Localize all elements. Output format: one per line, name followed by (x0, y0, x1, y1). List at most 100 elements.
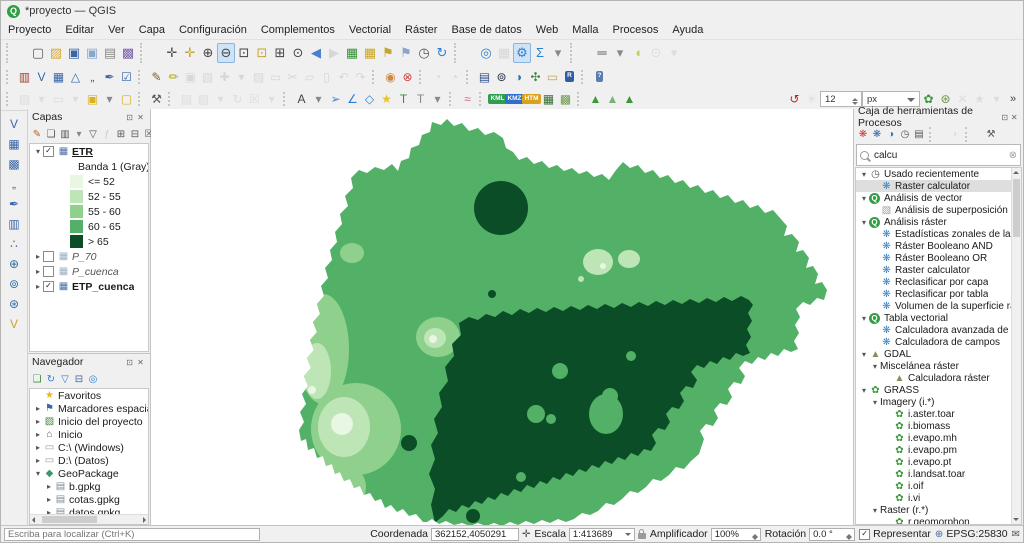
toolbox-tree-item[interactable]: ❋ Reclasificar por capa (856, 276, 1021, 288)
tracking-icon[interactable]: ✛ (522, 529, 530, 540)
form-caret-icon[interactable]: ▾ (429, 90, 446, 108)
expander-icon[interactable]: ▾ (859, 350, 869, 359)
add-point-cloud-icon[interactable]: ∴ (4, 235, 24, 253)
save-edits-icon[interactable]: ▣ (182, 68, 199, 86)
toolbox-tree-item[interactable]: ✿ i.evapo.pt (856, 456, 1021, 468)
expander-icon[interactable]: ▾ (859, 314, 869, 323)
expander-icon[interactable]: ▸ (33, 417, 43, 426)
label-caret-icon[interactable]: ▾ (212, 90, 229, 108)
node-annotation-icon[interactable]: ◇ (361, 90, 378, 108)
layer-checkbox[interactable] (43, 266, 54, 277)
expander-icon[interactable]: ▸ (33, 430, 43, 439)
db-manager-icon[interactable]: ▤ (476, 68, 493, 86)
add-vector-layer-icon[interactable]: V (4, 115, 24, 133)
change-label-icon[interactable]: ▧ (195, 90, 212, 108)
menu-item[interactable]: Procesos (606, 23, 666, 37)
options-icon[interactable]: ⚒ (984, 127, 998, 142)
add-wfs-layer-icon[interactable]: ⊚ (4, 275, 24, 293)
star-annotation-icon[interactable]: ★ (378, 90, 395, 108)
temporal-controller-icon[interactable]: ◷ (415, 43, 433, 63)
toolbox-tree-item[interactable]: ✿ i.landsat.toar (856, 468, 1021, 480)
map-tips-icon[interactable]: ▧ (16, 90, 33, 108)
dem-tools2-icon[interactable]: ▲ (604, 90, 621, 108)
menu-item[interactable]: Web (529, 23, 565, 37)
layer-tree-item[interactable]: ▸ ▦ P_cuenca (30, 264, 148, 279)
kml-export-icon[interactable]: KML (489, 90, 506, 108)
measure-caret-icon[interactable]: ▾ (611, 43, 629, 63)
menu-item[interactable]: Malla (565, 23, 605, 37)
layer-tree-item[interactable]: 52 - 55 (30, 189, 148, 204)
layer-tree-item[interactable]: ▸ ✓ ▦ ETP_cuenca (30, 279, 148, 294)
font-size-spinner[interactable]: 12 (820, 91, 862, 107)
osgeo-shell-icon[interactable]: ▭ (544, 68, 561, 86)
browser-tree-item[interactable]: ▸ ▭ C:\ (Windows) (30, 441, 148, 454)
expander-icon[interactable]: ▸ (33, 252, 43, 261)
close-panel-icon[interactable]: ✕ (135, 357, 146, 368)
layer-tree-item[interactable]: 55 - 60 (30, 204, 148, 219)
undock-panel-icon[interactable]: ⊡ (124, 112, 135, 123)
toolbox-tree-item[interactable]: ✿ i.oif (856, 480, 1021, 492)
reload-style-icon[interactable]: ↺ (786, 90, 803, 108)
grass-tools-icon[interactable]: R (561, 68, 578, 86)
serval-icon[interactable]: ▩ (557, 90, 574, 108)
osm-import-icon[interactable]: ◔ (446, 68, 463, 86)
zoom-to-selection-icon[interactable]: ⊡ (253, 43, 271, 63)
rotation-spinner[interactable]: 0.0 ° (809, 528, 855, 541)
toolbox-tree-item[interactable]: ❋ Ráster Booleano AND (856, 240, 1021, 252)
toolbox-tree-item[interactable]: ❋ Calculadora avanzada de ca... (856, 324, 1021, 336)
collapse-all-icon[interactable]: ⊟ (128, 127, 142, 142)
add-virtual-layer-icon[interactable]: ☑ (118, 68, 135, 86)
browser-properties-icon[interactable]: ◎ (86, 372, 100, 387)
nominatim-search-icon[interactable]: ⊙ (647, 43, 665, 63)
spatial-bookmarks-icon[interactable]: ⚑ (379, 43, 397, 63)
menu-item[interactable]: Base de datos (444, 23, 528, 37)
add-selected-layers-icon[interactable]: ❏ (30, 372, 44, 387)
expander-icon[interactable]: ▾ (33, 147, 43, 156)
expander-icon[interactable]: ▸ (44, 482, 54, 491)
vertex-tool-icon[interactable]: ✚ (216, 68, 233, 86)
toolbox-search-input[interactable] (872, 149, 1006, 162)
add-mesh-layer-icon[interactable]: ▩ (4, 155, 24, 173)
browser-tree-item[interactable]: ▸ ▭ D:\ (Datos) (30, 454, 148, 467)
add-virtual-layer-icon[interactable]: ▥ (4, 215, 24, 233)
new-shapefile-icon[interactable]: ▧ (199, 68, 216, 86)
render-checkbox[interactable]: ✓ (859, 529, 870, 540)
layer-tree-item[interactable]: > 65 (30, 234, 148, 249)
paste-style-icon[interactable]: ▢ (118, 90, 135, 108)
menu-item[interactable]: Editar (58, 23, 101, 37)
toolbox-tree-item[interactable]: ❋ Ráster Booleano OR (856, 252, 1021, 264)
html-export-icon[interactable]: HTM (523, 90, 540, 108)
pan-to-selection-icon[interactable]: ✛ (181, 43, 199, 63)
expand-all-icon[interactable]: ⊞ (114, 127, 128, 142)
processing-toolbox-icon[interactable]: ⚙ (513, 43, 531, 63)
browser-tree-item[interactable]: ▸ ▨ Inicio del proyecto (30, 415, 148, 428)
layer-tree-item[interactable]: Banda 1 (Gray) (30, 159, 148, 174)
scroll-right-icon[interactable] (143, 517, 146, 523)
toolbox-tree-item[interactable]: ❋ Raster calculator (856, 180, 1021, 192)
browser-tree-item[interactable]: ★ Favoritos (30, 389, 148, 402)
new-3d-map-view-icon[interactable]: ▦ (361, 43, 379, 63)
in-place-edit-icon[interactable]: ❋ (870, 127, 884, 142)
dem-tools-icon[interactable]: ▲ (587, 90, 604, 108)
expander-icon[interactable]: ▾ (859, 194, 869, 203)
add-group-icon[interactable]: ❏ (44, 127, 58, 142)
scroll-left-icon[interactable] (32, 517, 35, 523)
toolbox-tree-item[interactable]: ▾ ▲ GDAL (856, 348, 1021, 360)
vertex-tool-caret-icon[interactable]: ▾ (233, 68, 250, 86)
menu-item[interactable]: Ayuda (665, 23, 710, 37)
redo-icon[interactable]: ↷ (352, 68, 369, 86)
text-callout-icon[interactable]: ◖ (629, 43, 647, 63)
zoom-next-icon[interactable]: ▶ (325, 43, 343, 63)
new-layout-icon[interactable]: ▭ (50, 90, 67, 108)
expander-icon[interactable]: ▾ (859, 170, 869, 179)
toolbox-tree-item[interactable]: ❋ Calculadora de campos (856, 336, 1021, 348)
expander-icon[interactable]: ▾ (33, 469, 43, 478)
zoom-to-layer-icon[interactable]: ⊞ (271, 43, 289, 63)
modify-feature-icon[interactable]: ▨ (250, 68, 267, 86)
browser-tree-item[interactable]: ▸ ▤ cotas.gpkg (30, 493, 148, 506)
close-panel-icon[interactable]: ✕ (135, 112, 146, 123)
menu-item[interactable]: Proyecto (1, 23, 58, 37)
add-raster-layer-icon[interactable]: ▦ (50, 68, 67, 86)
duplicate-layer-icon[interactable]: ▣ (84, 90, 101, 108)
toolbox-tree-item[interactable]: ❋ Volumen de la superficie ráster (856, 300, 1021, 312)
